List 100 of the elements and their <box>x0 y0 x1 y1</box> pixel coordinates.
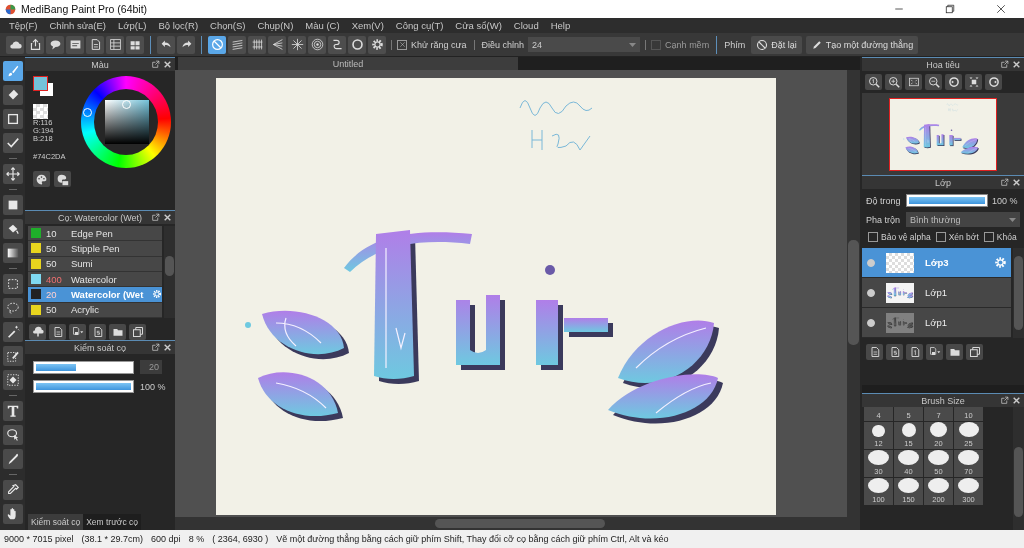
scrollbar[interactable] <box>1013 407 1024 530</box>
fill-square-tool-button[interactable] <box>2 195 23 215</box>
option-checkbox[interactable] <box>935 232 946 242</box>
correction-dropdown[interactable]: 24 <box>528 37 641 52</box>
share-button[interactable] <box>26 35 44 54</box>
transparent-color-swatch[interactable] <box>33 104 48 119</box>
fit-button[interactable] <box>905 74 922 90</box>
zoom-in-button[interactable] <box>885 74 902 90</box>
page-s-button[interactable] <box>89 324 106 340</box>
menu-item[interactable]: Xem(V) <box>345 20 390 31</box>
menu-item[interactable]: Tệp(F) <box>3 20 44 31</box>
page-button[interactable] <box>86 35 104 54</box>
scrollbar[interactable] <box>1013 248 1024 338</box>
menu-item[interactable]: Công cụ(T) <box>389 20 450 31</box>
visibility-toggle[interactable] <box>867 288 875 297</box>
gradient-tool-button[interactable] <box>2 243 23 263</box>
antialias-checkbox[interactable] <box>397 39 407 50</box>
menu-item[interactable]: Bộ lọc(R) <box>152 20 205 31</box>
brush-list-item[interactable]: 50 Stipple Pen <box>28 241 162 257</box>
curve-snap-button[interactable] <box>328 35 346 54</box>
dropper-tool-button[interactable] <box>2 480 23 500</box>
color-swatches[interactable] <box>33 76 55 98</box>
move-tool-button[interactable] <box>2 164 23 184</box>
visibility-toggle[interactable] <box>867 258 875 267</box>
duplicate-button[interactable] <box>966 344 983 360</box>
duplicate-button[interactable] <box>129 324 146 340</box>
size-value-field[interactable]: 20 <box>140 360 162 374</box>
cross-snap-button[interactable] <box>248 35 266 54</box>
lasso-arrow-tool-button[interactable] <box>2 425 23 445</box>
undo-button[interactable] <box>157 35 175 54</box>
option-checkbox[interactable] <box>983 232 994 242</box>
page-s-button[interactable] <box>886 344 903 360</box>
text-tool-icon <box>5 404 20 418</box>
vanish-snap-button[interactable] <box>268 35 286 54</box>
action-button[interactable]: Tạo một đường thẳng <box>805 35 919 54</box>
scrollbar[interactable] <box>847 70 860 517</box>
hand-tool-button[interactable] <box>2 504 23 524</box>
select-pen-tool-button[interactable] <box>2 346 23 366</box>
layer-row[interactable]: Lớp1 <box>862 308 1011 338</box>
brush-size-slider[interactable] <box>33 360 134 374</box>
blend-mode-dropdown[interactable]: Bình thường <box>906 212 1020 227</box>
option-checkbox[interactable] <box>868 232 878 242</box>
lettering-drawing[interactable] <box>216 78 776 515</box>
page-button[interactable] <box>866 344 883 360</box>
document-tab[interactable]: Untitled <box>178 57 518 70</box>
page-button[interactable] <box>49 324 66 340</box>
zoom-out-button[interactable] <box>925 74 942 90</box>
polyline-tool-button[interactable] <box>2 133 23 153</box>
folder-button[interactable] <box>109 324 126 340</box>
circle-snap-button[interactable] <box>348 35 366 54</box>
lasso-tool-button[interactable] <box>2 298 23 318</box>
rotate-left-button[interactable] <box>945 74 962 90</box>
folder-button[interactable] <box>946 344 963 360</box>
brush-tool-button[interactable] <box>2 61 23 81</box>
menu-item[interactable]: Help <box>544 20 577 31</box>
menu-item[interactable]: Cửa sổ(W) <box>449 20 508 31</box>
cloud-button[interactable] <box>6 35 24 54</box>
select-eraser-tool-button[interactable] <box>2 370 23 390</box>
gear-snap-button[interactable] <box>368 35 386 54</box>
speech-bubble-button[interactable] <box>46 35 64 54</box>
menu-item[interactable]: Chụp(N) <box>251 20 300 31</box>
page-1-button[interactable] <box>906 344 923 360</box>
note-button[interactable] <box>66 35 84 54</box>
palette-button[interactable] <box>33 171 50 187</box>
brush-list-item[interactable]: 10 Edge Pen <box>28 226 162 242</box>
menu-item[interactable]: Cloud <box>507 20 545 31</box>
visibility-toggle[interactable] <box>867 318 875 327</box>
page-dropdown-button[interactable] <box>69 324 86 340</box>
rotate-right-button[interactable] <box>985 74 1002 90</box>
redo-button[interactable] <box>177 35 195 54</box>
eraser-tool-button[interactable] <box>2 85 23 105</box>
cloud-add-button[interactable] <box>29 324 46 340</box>
square-tool-button[interactable] <box>2 109 23 129</box>
concentric-snap-button[interactable] <box>308 35 326 54</box>
panel-tab[interactable]: Kiểm soát cọ <box>28 514 84 530</box>
scrollbar[interactable] <box>164 226 175 318</box>
action-button[interactable]: Đặt lại <box>751 35 802 54</box>
radial-snap-button[interactable] <box>288 35 306 54</box>
wand-tool-button[interactable] <box>2 322 23 342</box>
menu-item[interactable]: Lớp(L) <box>112 20 153 31</box>
layer-row[interactable]: Lớp1 <box>862 278 1011 308</box>
menu-item[interactable]: Chọn(S) <box>204 20 252 31</box>
text-tool-tool-button[interactable] <box>2 401 23 421</box>
bucket-tool-button[interactable] <box>2 219 23 239</box>
panel-tab[interactable]: Xem trước cọ <box>83 514 142 530</box>
blade-tool-button[interactable] <box>2 449 23 469</box>
no-snap-snap-button[interactable] <box>208 35 226 54</box>
list-button[interactable] <box>106 35 124 54</box>
select-rect-tool-button[interactable] <box>2 274 23 294</box>
menu-item[interactable]: Chỉnh sửa(E) <box>43 20 113 31</box>
scrollbar[interactable] <box>175 517 860 530</box>
flip-button[interactable] <box>965 74 982 90</box>
navigator-preview[interactable] <box>889 97 997 171</box>
page-dropdown-button[interactable] <box>926 344 943 360</box>
vanish-icon <box>270 38 284 51</box>
palette-box-button[interactable] <box>54 171 71 187</box>
grid-button[interactable] <box>126 35 144 54</box>
menu-item[interactable]: Màu (C) <box>299 20 346 31</box>
zoom-reset-button[interactable] <box>865 74 882 90</box>
parallel-snap-button[interactable] <box>228 35 246 54</box>
